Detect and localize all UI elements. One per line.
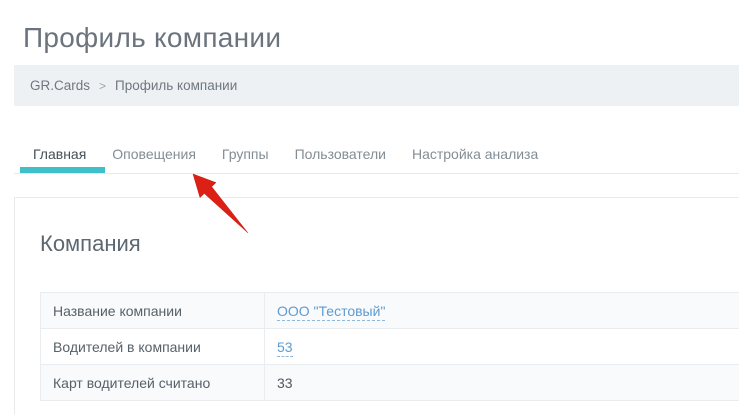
- row-label-company-name: Название компании: [40, 292, 265, 329]
- table-row-company-name: Название компании ООО "Тестовый": [40, 292, 739, 329]
- tab-notifications[interactable]: Оповещения: [99, 141, 209, 167]
- tab-users[interactable]: Пользователи: [282, 141, 399, 167]
- table-row-drivers-count: Водителей в компании 53: [40, 328, 739, 365]
- tab-bar: Главная Оповещения Группы Пользователи Н…: [20, 141, 551, 167]
- company-panel: Компания Название компании ООО "Тестовый…: [14, 197, 739, 414]
- table-row-cards-read: Карт водителей считано 33: [40, 364, 739, 401]
- drivers-count-editable-link[interactable]: 53: [277, 338, 293, 357]
- tab-analysis-settings[interactable]: Настройка анализа: [399, 141, 551, 167]
- row-value-cell: 53: [264, 328, 739, 365]
- breadcrumb-separator: >: [99, 78, 107, 93]
- cards-read-value: 33: [277, 374, 293, 391]
- page-title: Профиль компании: [23, 22, 282, 53]
- breadcrumb-current-page: Профиль компании: [115, 78, 238, 93]
- tab-groups[interactable]: Группы: [209, 141, 282, 167]
- tabs-divider-line: [14, 173, 739, 174]
- company-name-editable-link[interactable]: ООО "Тестовый": [277, 302, 386, 321]
- breadcrumb: GR.Cards > Профиль компании: [14, 65, 739, 106]
- tab-main[interactable]: Главная: [20, 141, 99, 167]
- company-info-table: Название компании ООО "Тестовый" Водител…: [40, 292, 739, 401]
- row-label-drivers-count: Водителей в компании: [40, 328, 265, 365]
- breadcrumb-link-grcards[interactable]: GR.Cards: [30, 78, 90, 93]
- page: Профиль компании GR.Cards > Профиль комп…: [0, 0, 739, 414]
- row-value-cell: ООО "Тестовый": [264, 292, 739, 329]
- row-label-cards-read: Карт водителей считано: [40, 364, 265, 401]
- row-value-cell: 33: [264, 364, 739, 401]
- section-heading-company: Компания: [40, 231, 141, 256]
